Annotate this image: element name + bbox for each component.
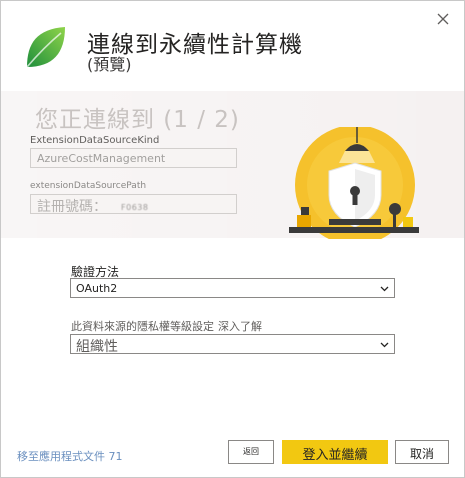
auth-method-value: OAuth2 xyxy=(76,282,118,295)
step-heading: 您正連線到 (1 / 2) xyxy=(35,107,240,133)
cancel-button[interactable]: 取消 xyxy=(395,440,449,464)
back-button[interactable]: 返回 xyxy=(228,440,274,464)
chevron-down-icon xyxy=(380,342,389,348)
security-illustration xyxy=(289,127,419,239)
privacy-level-value: 組織性 xyxy=(76,339,118,355)
sign-in-continue-button[interactable]: 登入並繼續 xyxy=(282,440,388,464)
chevron-down-icon xyxy=(380,286,389,292)
dialog-subtitle: (預覽) xyxy=(87,55,132,74)
field-label-kind: ExtensionDataSourceKind xyxy=(30,135,160,146)
close-icon[interactable] xyxy=(434,10,452,28)
field-value-kind: AzureCostManagement xyxy=(30,148,237,168)
app-docs-link[interactable]: 移至應用程式文件 71 xyxy=(17,448,123,464)
privacy-level-label: 此資料來源的隱私權等級設定 深入了解 xyxy=(71,318,262,334)
field-value-path-text: 註冊號碼： xyxy=(37,199,107,214)
connector-logo-icon xyxy=(26,27,65,68)
redacted-value: F0638 xyxy=(121,202,149,212)
learn-more-link[interactable]: 深入了解 xyxy=(218,320,262,333)
connect-dialog: 連線到永續性計算機 (預覽) 您正連線到 (1 / 2) ExtensionDa… xyxy=(0,0,465,478)
privacy-level-select[interactable]: 組織性 xyxy=(70,334,395,355)
field-value-path: 註冊號碼： F0638 xyxy=(30,194,237,214)
privacy-level-text: 此資料來源的隱私權等級設定 xyxy=(71,320,214,333)
auth-method-select[interactable]: OAuth2 xyxy=(70,278,395,298)
field-label-path: extensionDataSourcePath xyxy=(30,181,147,191)
